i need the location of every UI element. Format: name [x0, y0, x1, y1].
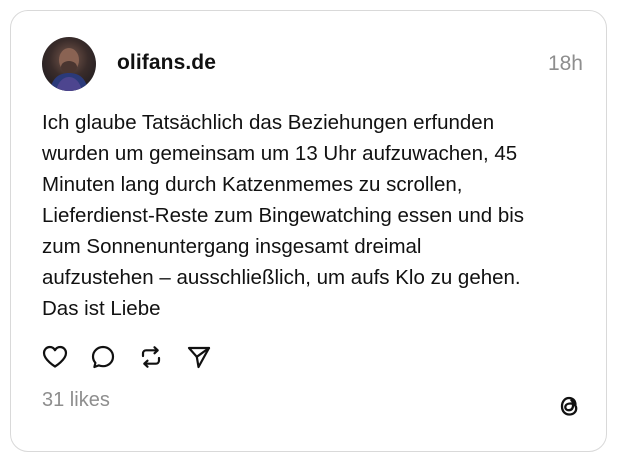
username[interactable]: olifans.de	[117, 51, 216, 75]
post-timestamp: 18h	[547, 52, 583, 75]
repost-button[interactable]	[137, 343, 165, 371]
reply-button[interactable]	[89, 343, 117, 371]
threads-logo-icon	[554, 391, 584, 421]
heart-icon	[42, 345, 68, 368]
post-text: Ich glaube Tatsächlich das Beziehungen e…	[42, 111, 525, 320]
post-actions	[41, 342, 233, 372]
like-button[interactable]	[41, 343, 69, 371]
post-card: olifans.de 18h Ich glaube Tatsächlich da…	[10, 10, 607, 452]
repost-icon	[141, 346, 161, 368]
share-button[interactable]	[185, 343, 213, 371]
send-icon	[187, 346, 211, 369]
likes-count[interactable]: 31 likes	[42, 389, 110, 412]
comment-icon	[91, 345, 115, 369]
avatar[interactable]	[42, 37, 96, 91]
